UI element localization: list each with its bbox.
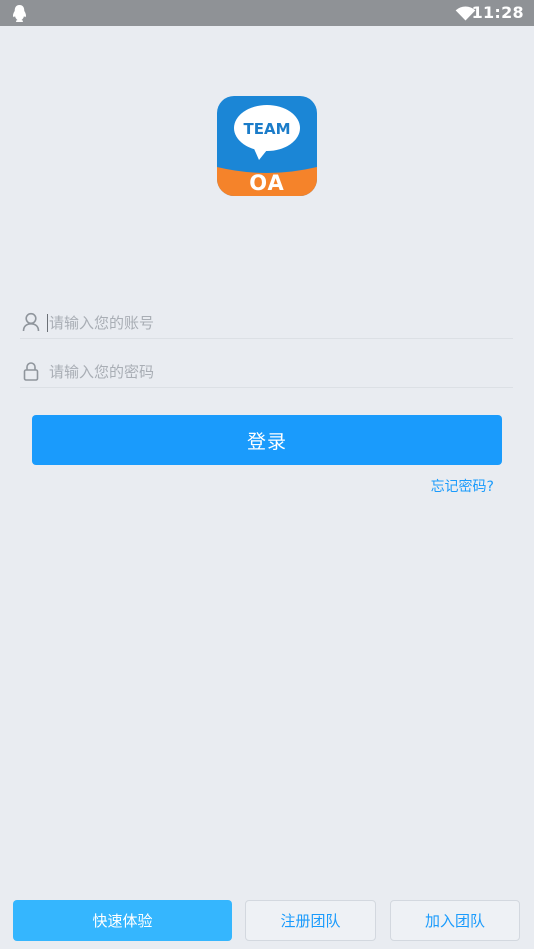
join-team-button[interactable]: 加入团队: [390, 900, 520, 941]
status-time: 11:28: [471, 3, 524, 22]
account-row: [20, 307, 513, 339]
status-bar: 11:28: [0, 0, 534, 26]
app-logo: TEAM OA: [217, 96, 317, 196]
logo-top-text: TEAM: [243, 120, 290, 138]
register-team-button[interactable]: 注册团队: [245, 900, 376, 941]
forgot-password-link[interactable]: 忘记密码?: [431, 478, 494, 496]
logo-bottom-text: OA: [249, 171, 285, 195]
password-input[interactable]: [48, 356, 498, 387]
user-icon: [22, 312, 40, 332]
quick-start-button[interactable]: 快速体验: [13, 900, 232, 941]
login-button[interactable]: 登录: [32, 415, 502, 465]
account-input[interactable]: [48, 307, 498, 338]
lock-icon: [23, 361, 39, 381]
qq-penguin-icon: [11, 4, 28, 23]
password-row: [20, 356, 513, 388]
